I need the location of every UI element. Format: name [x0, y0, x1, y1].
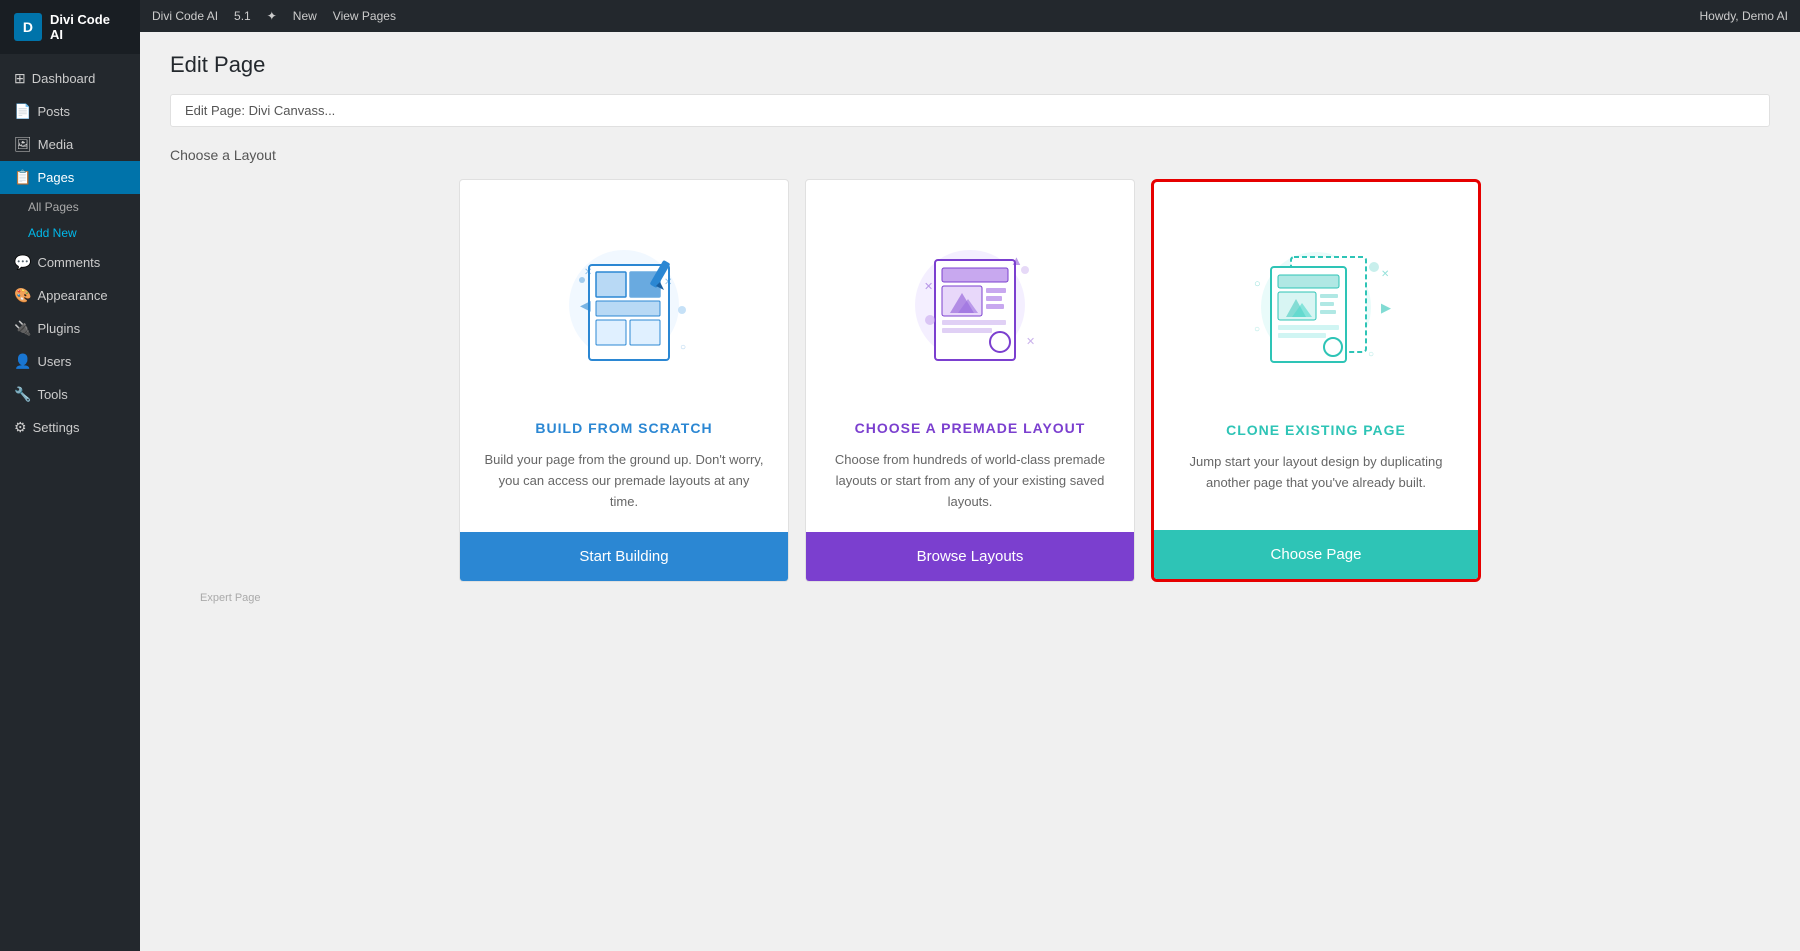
content-area: Edit Page Edit Page: Divi Canvass... Cho… — [140, 32, 1800, 951]
sidebar-item-users[interactable]: 👤 Users — [0, 345, 140, 378]
card-clone-title: CLONE EXISTING PAGE — [1206, 422, 1426, 438]
sidebar-item-pages[interactable]: 📋 Pages — [0, 161, 140, 194]
card-clone-desc: Jump start your layout design by duplica… — [1154, 452, 1478, 510]
sidebar-nav: ⊞ Dashboard 📄 Posts 🖼 Media 📋 Pages All … — [0, 54, 140, 452]
top-bar: Divi Code AI 5.1 ✦ New View Pages Howdy,… — [140, 0, 1800, 32]
topbar-view[interactable]: View Pages — [333, 9, 396, 23]
sidebar-item-all-pages[interactable]: All Pages — [0, 194, 140, 220]
breadcrumb: Edit Page: Divi Canvass... — [170, 94, 1770, 127]
tools-icon: 🔧 — [14, 386, 31, 403]
breadcrumb-text: Edit Page: Divi Canvass... — [185, 103, 335, 118]
card-scratch-title: BUILD FROM SCRATCH — [515, 420, 732, 436]
browse-layouts-button[interactable]: Browse Layouts — [806, 532, 1134, 581]
card-layout-illustration: ✕ ✕ ▲ — [806, 180, 1134, 420]
card-layout-title: CHOOSE A PREMADE LAYOUT — [835, 420, 1106, 436]
footer-text: Expert Page — [200, 592, 261, 604]
svg-text:◀: ◀ — [580, 297, 591, 313]
main-area: Divi Code AI 5.1 ✦ New View Pages Howdy,… — [140, 0, 1800, 951]
sidebar: D Divi Code AI ⊞ Dashboard 📄 Posts 🖼 Med… — [0, 0, 140, 951]
sidebar-logo: D Divi Code AI — [0, 0, 140, 54]
add-new-label: Add New — [28, 226, 77, 240]
sidebar-item-label: Media — [38, 137, 73, 152]
sidebar-item-posts[interactable]: 📄 Posts — [0, 95, 140, 128]
settings-icon: ⚙ — [14, 419, 27, 436]
card-scratch-desc: Build your page from the ground up. Don'… — [460, 450, 788, 512]
media-icon: 🖼 — [14, 136, 32, 153]
content-footer: Expert Page — [170, 582, 1770, 614]
svg-text:○: ○ — [1368, 349, 1374, 360]
sidebar-item-label: Plugins — [37, 321, 80, 336]
plugins-icon: 🔌 — [14, 320, 31, 337]
svg-text:○: ○ — [1254, 278, 1261, 290]
card-scratch-illustration: ◀ ✕ ✕ ○ — [460, 180, 788, 420]
svg-text:✕: ✕ — [664, 277, 672, 288]
topbar-new[interactable]: New — [293, 9, 317, 23]
page-title: Edit Page — [170, 52, 1770, 78]
sidebar-item-label: Pages — [37, 170, 74, 185]
card-scratch: ◀ ✕ ✕ ○ BUILD FROM SCRATCH Build your pa… — [459, 179, 789, 582]
appearance-icon: 🎨 — [14, 287, 31, 304]
sidebar-item-label: Appearance — [37, 288, 107, 303]
start-building-button[interactable]: Start Building — [460, 532, 788, 581]
svg-text:▶: ▶ — [1381, 300, 1391, 315]
sidebar-item-dashboard[interactable]: ⊞ Dashboard — [0, 62, 140, 95]
scratch-svg: ◀ ✕ ✕ ○ — [534, 210, 714, 390]
sidebar-item-tools[interactable]: 🔧 Tools — [0, 378, 140, 411]
sidebar-item-plugins[interactable]: 🔌 Plugins — [0, 312, 140, 345]
svg-text:○: ○ — [680, 342, 686, 353]
logo-icon: D — [14, 13, 42, 41]
sidebar-item-settings[interactable]: ⚙ Settings — [0, 411, 140, 444]
topbar-user: Howdy, Demo AI — [1700, 9, 1788, 23]
sidebar-item-label: Dashboard — [32, 71, 96, 86]
card-layout-desc: Choose from hundreds of world-class prem… — [806, 450, 1134, 512]
options-label: Choose a Layout — [170, 147, 1770, 163]
svg-text:✕: ✕ — [1381, 269, 1389, 280]
svg-text:○: ○ — [1254, 324, 1260, 335]
clone-svg: ○ ▶ ✕ ○ ○ — [1226, 212, 1406, 392]
card-clone-illustration: ○ ▶ ✕ ○ ○ — [1154, 182, 1478, 422]
dashboard-icon: ⊞ — [14, 70, 26, 87]
topbar-version: 5.1 — [234, 9, 251, 23]
card-layout: ✕ ✕ ▲ CHOOSE A PREMADE LAYOUT Choose fro… — [805, 179, 1135, 582]
all-pages-label: All Pages — [28, 200, 79, 214]
cards-container: ◀ ✕ ✕ ○ BUILD FROM SCRATCH Build your pa… — [170, 179, 1770, 582]
svg-text:✕: ✕ — [924, 281, 933, 293]
sidebar-item-appearance[interactable]: 🎨 Appearance — [0, 279, 140, 312]
card-clone: ○ ▶ ✕ ○ ○ CLONE EXISTING PAGE Jump start… — [1151, 179, 1481, 582]
users-icon: 👤 — [14, 353, 31, 370]
layout-svg: ✕ ✕ ▲ — [880, 210, 1060, 390]
sidebar-item-media[interactable]: 🖼 Media — [0, 128, 140, 161]
logo-text: Divi Code AI — [50, 12, 126, 42]
svg-text:✕: ✕ — [584, 267, 592, 278]
topbar-star[interactable]: ✦ — [267, 9, 277, 23]
svg-text:✕: ✕ — [1026, 336, 1035, 348]
sidebar-item-add-new[interactable]: Add New — [0, 220, 140, 246]
sidebar-item-label: Posts — [37, 104, 70, 119]
sidebar-item-label: Tools — [37, 387, 67, 402]
svg-text:▲: ▲ — [1010, 253, 1023, 268]
sidebar-item-label: Settings — [33, 420, 80, 435]
choose-page-button[interactable]: Choose Page — [1154, 530, 1478, 579]
posts-icon: 📄 — [14, 103, 31, 120]
pages-icon: 📋 — [14, 169, 31, 186]
topbar-divi[interactable]: Divi Code AI — [152, 9, 218, 23]
sidebar-item-label: Users — [37, 354, 71, 369]
sidebar-item-label: Comments — [37, 255, 100, 270]
sidebar-item-comments[interactable]: 💬 Comments — [0, 246, 140, 279]
comments-icon: 💬 — [14, 254, 31, 271]
